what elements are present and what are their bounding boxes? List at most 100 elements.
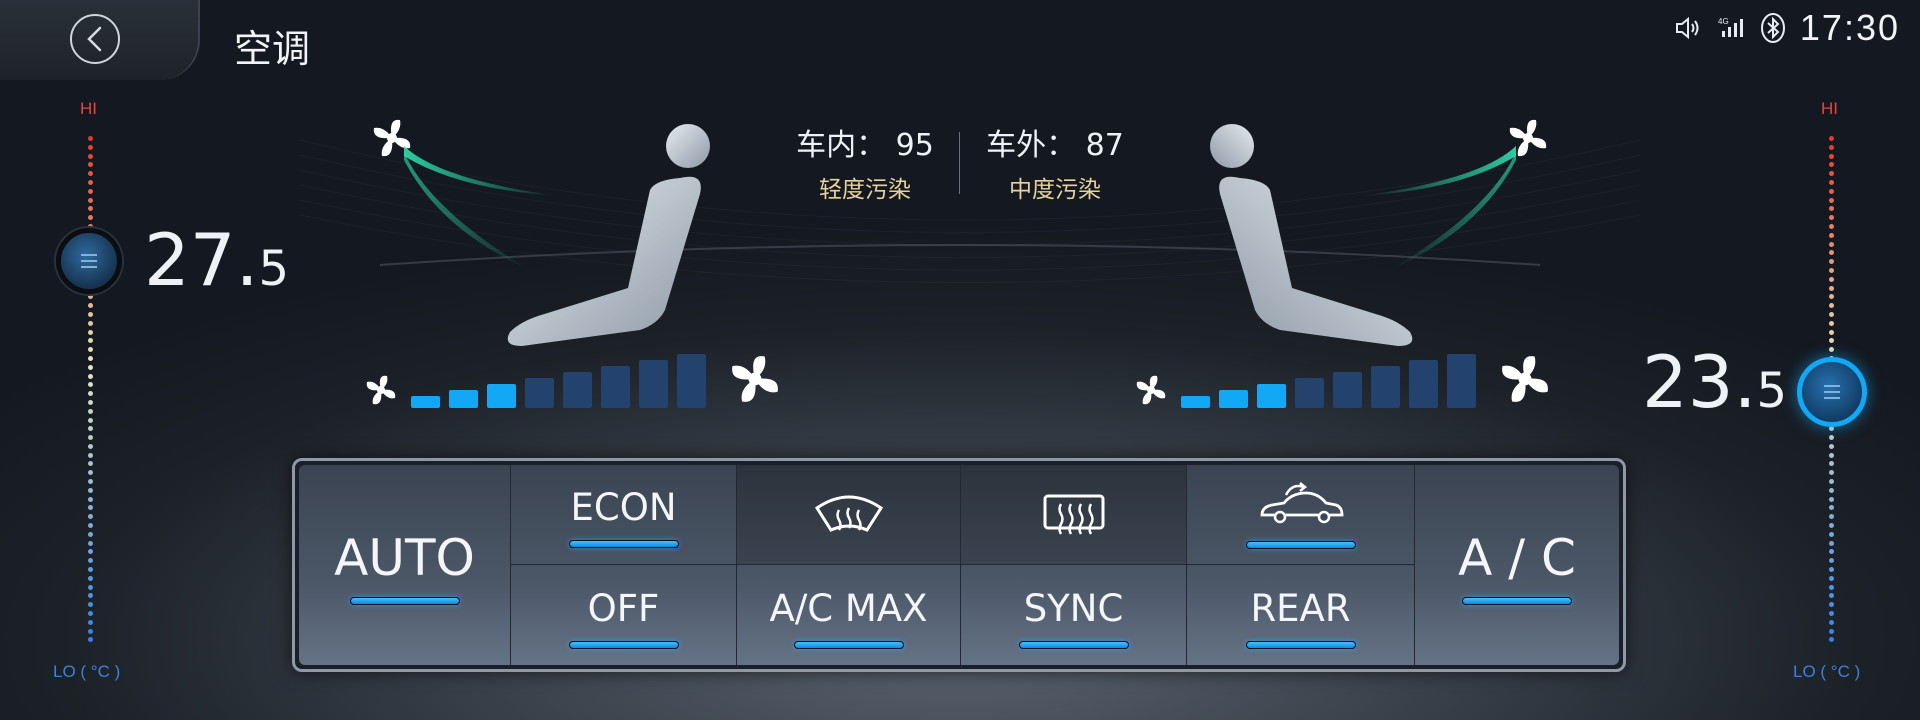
clock: 17:30: [1799, 7, 1900, 48]
temp-scale-dot: [87, 320, 93, 326]
temp-scale-dot: [87, 567, 93, 573]
rear-defrost-button[interactable]: [961, 465, 1187, 565]
sync-indicator: [1018, 640, 1129, 649]
right-fan-high-icon[interactable]: [1496, 350, 1554, 408]
temp-scale-dot: [87, 215, 93, 221]
temp-scale-dot: [87, 197, 93, 203]
fan-speed-segment[interactable]: [525, 378, 554, 408]
left-hi-label: HI: [80, 99, 97, 118]
temp-scale-dot: [1828, 320, 1834, 326]
temp-scale-dot: [1828, 259, 1834, 265]
fan-speed-segment[interactable]: [1333, 372, 1362, 408]
off-button[interactable]: OFF: [511, 565, 737, 665]
temp-scale-dot: [1828, 232, 1834, 238]
grip-icon: [81, 250, 97, 272]
volume-icon: [1675, 16, 1699, 40]
auto-label: AUTO: [334, 529, 475, 587]
rear-label: REAR: [1250, 586, 1351, 630]
temp-scale-dot: [1828, 426, 1834, 432]
temp-scale-dot: [87, 575, 93, 581]
left-fan-low-icon[interactable]: [363, 372, 399, 408]
temp-scale-dot: [1828, 540, 1834, 546]
temp-scale-dot: [87, 479, 93, 485]
fan-speed-segment[interactable]: [601, 366, 630, 408]
rear-button[interactable]: REAR: [1187, 565, 1415, 665]
fan-speed-segment[interactable]: [1181, 396, 1210, 408]
outside-air-quality: 车外： 87 中度污染: [980, 120, 1130, 204]
temp-scale-dot: [1828, 575, 1834, 581]
inside-aq-label: 车内：: [796, 128, 887, 163]
signal-icon: 4G: [1718, 17, 1743, 37]
fan-speed-segment[interactable]: [1295, 378, 1324, 408]
right-fan-speed-bar[interactable]: [1181, 352, 1476, 408]
climate-control-panel: AUTO ECON A / C OFF A/C MAX SYNC REAR: [292, 458, 1626, 672]
status-bar: 4G 17:30: [1674, 6, 1900, 50]
fan-speed-segment[interactable]: [563, 372, 592, 408]
temp-scale-dot: [87, 153, 93, 159]
sync-button[interactable]: SYNC: [961, 565, 1187, 665]
front-defrost-button[interactable]: [737, 465, 961, 565]
temp-scale-dot: [1828, 514, 1834, 520]
outside-aq-status: 中度污染: [1009, 177, 1101, 203]
fan-speed-segment[interactable]: [639, 360, 668, 408]
fan-speed-segment[interactable]: [677, 354, 706, 408]
temp-scale-dot: [1828, 171, 1834, 177]
temp-scale-dot: [87, 505, 93, 511]
temp-scale-dot: [1828, 285, 1834, 291]
fan-speed-segment[interactable]: [449, 390, 478, 408]
temp-scale-dot: [87, 382, 93, 388]
temp-scale-dot: [87, 593, 93, 599]
bluetooth-icon: [1760, 13, 1785, 43]
recirculation-indicator: [1245, 540, 1356, 549]
temp-scale-dot: [1828, 276, 1834, 282]
left-fan-high-icon[interactable]: [726, 350, 784, 408]
right-lo-label: LO ( °C ): [1793, 662, 1861, 681]
fan-speed-segment[interactable]: [1219, 390, 1248, 408]
temp-scale-dot: [1828, 602, 1834, 608]
right-temperature: 23.5: [1642, 340, 1787, 424]
temp-scale-dot: [87, 584, 93, 590]
temp-scale-dot: [87, 531, 93, 537]
temp-scale-dot: [87, 619, 93, 625]
temp-scale-dot: [1828, 567, 1834, 573]
ac-label: A / C: [1458, 529, 1576, 587]
econ-button[interactable]: ECON: [511, 465, 737, 565]
temp-scale-dot: [87, 514, 93, 520]
recirculation-button[interactable]: [1187, 465, 1415, 565]
temp-scale-dot: [87, 558, 93, 564]
right-fan-low-icon[interactable]: [1133, 372, 1169, 408]
fan-speed-segment[interactable]: [1257, 384, 1286, 408]
temp-scale-dot: [87, 347, 93, 353]
temp-scale-dot: [87, 470, 93, 476]
fan-speed-segment[interactable]: [1371, 366, 1400, 408]
right-temp-slider-knob[interactable]: [1797, 357, 1867, 427]
left-lo-label: LO ( °C ): [53, 662, 121, 681]
ac-max-button[interactable]: A/C MAX: [737, 565, 961, 665]
fan-speed-segment[interactable]: [487, 384, 516, 408]
left-fan-speed-bar[interactable]: [411, 352, 706, 408]
ac-button[interactable]: A / C: [1415, 465, 1619, 665]
temp-scale-dot: [1828, 179, 1834, 185]
inside-aq-status: 轻度污染: [819, 177, 911, 203]
fan-speed-segment[interactable]: [1447, 354, 1476, 408]
temp-scale-dot: [87, 523, 93, 529]
temp-scale-dot: [1828, 136, 1834, 141]
temp-scale-dot: [1828, 435, 1834, 441]
temp-scale-dot: [87, 611, 93, 617]
left-temp-scale[interactable]: [87, 136, 93, 646]
auto-button[interactable]: AUTO: [299, 465, 511, 665]
back-button[interactable]: [70, 14, 120, 64]
fan-speed-segment[interactable]: [1409, 360, 1438, 408]
front-defrost-icon: [814, 495, 883, 532]
left-seat-airflow-illustration: [373, 119, 710, 346]
fan-speed-segment[interactable]: [411, 396, 440, 408]
temp-scale-dot: [87, 426, 93, 432]
temp-scale-dot: [87, 540, 93, 546]
ac-max-indicator: [793, 640, 904, 649]
left-temperature: 27.5: [144, 218, 289, 302]
temp-scale-dot: [87, 355, 93, 361]
svg-text:4G: 4G: [1718, 17, 1729, 26]
left-temp-slider-knob[interactable]: [56, 228, 122, 294]
right-hi-label: HI: [1821, 99, 1838, 118]
temp-scale-dot: [87, 179, 93, 185]
